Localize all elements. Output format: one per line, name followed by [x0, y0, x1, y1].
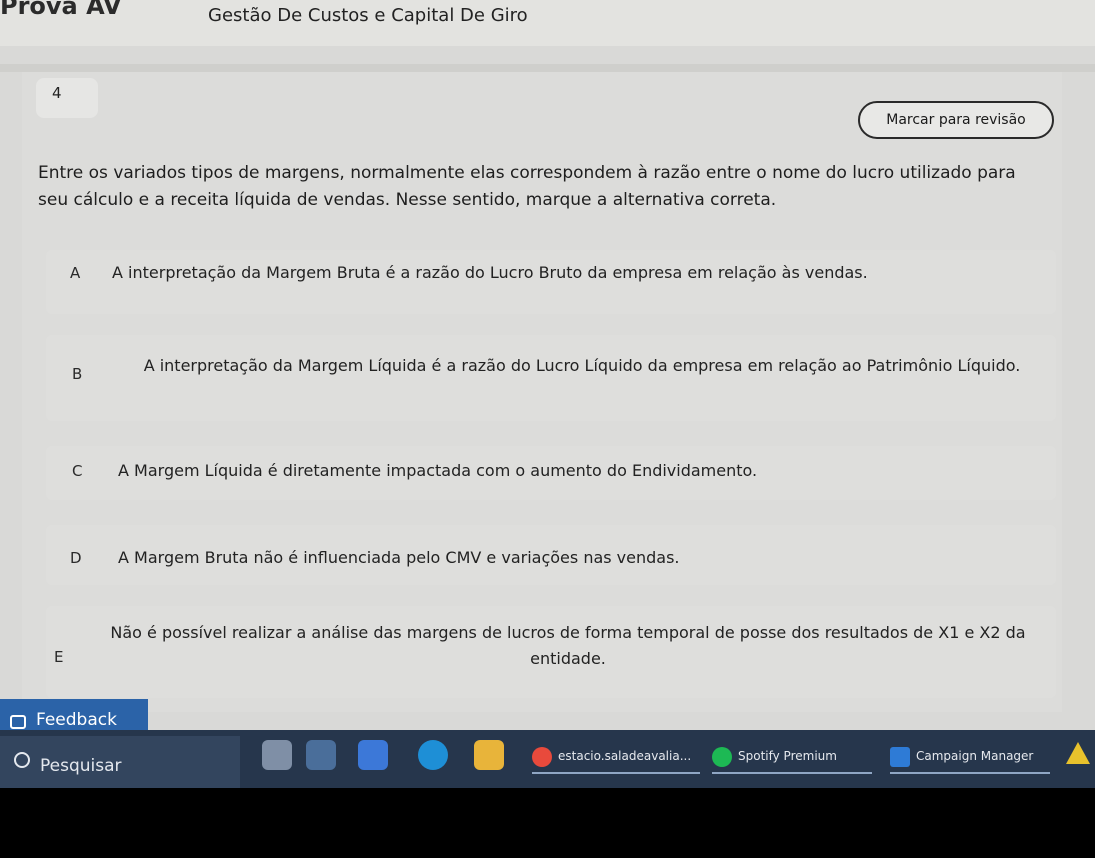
- option-text: A Margem Líquida é diretamente impactada…: [118, 461, 758, 480]
- taskbar-search[interactable]: Pesquisar: [0, 736, 240, 788]
- taskbar-app-spotify[interactable]: Spotify Premium: [712, 738, 872, 774]
- option-b[interactable]: B A interpretação da Margem Líquida é a …: [46, 335, 1056, 421]
- taskbar-app-label: Campaign Manager: [916, 749, 1034, 763]
- option-letter: A: [70, 264, 81, 282]
- spotify-icon: [712, 747, 732, 767]
- search-icon: [14, 752, 30, 768]
- active-indicator: [532, 772, 700, 774]
- option-letter: D: [70, 549, 82, 567]
- option-text: A interpretação da Margem Líquida é a ra…: [143, 356, 1021, 375]
- exam-page: Prova AV Gestão De Custos e Capital De G…: [0, 0, 1095, 730]
- option-d[interactable]: D A Margem Bruta não é influenciada pelo…: [46, 525, 1056, 585]
- option-letter: C: [72, 462, 83, 480]
- question-text: Entre os variados tipos de margens, norm…: [38, 163, 1016, 210]
- active-indicator: [712, 772, 872, 774]
- mark-for-review-button[interactable]: Marcar para revisão: [858, 101, 1054, 139]
- search-label: Pesquisar: [40, 756, 122, 776]
- question-number: 4: [36, 78, 98, 118]
- taskbar-app-campaign-manager[interactable]: Campaign Manager: [890, 738, 1050, 774]
- widgets-icon[interactable]: [262, 740, 292, 770]
- option-text: A Margem Bruta não é influenciada pelo C…: [118, 548, 680, 567]
- teams-icon[interactable]: [358, 740, 388, 770]
- app-title: Prova AV: [0, 0, 122, 20]
- active-indicator: [890, 772, 1050, 774]
- course-title: Gestão De Custos e Capital De Giro: [208, 5, 528, 26]
- divider: [0, 64, 1095, 72]
- screen-bezel: [0, 788, 1095, 858]
- campaign-manager-icon: [890, 747, 910, 767]
- option-text: Não é possível realizar a análise das ma…: [110, 623, 1026, 668]
- taskbar: Pesquisar estacio.saladeavalia... Spotif…: [0, 730, 1095, 788]
- option-letter: E: [54, 648, 64, 666]
- warning-icon[interactable]: [1066, 742, 1090, 764]
- feedback-icon: [10, 715, 26, 729]
- taskbar-app-label: Spotify Premium: [738, 749, 837, 763]
- file-explorer-icon[interactable]: [474, 740, 504, 770]
- taskbar-app-opera[interactable]: estacio.saladeavalia...: [532, 738, 700, 774]
- option-e[interactable]: E Não é possível realizar a análise das …: [46, 606, 1056, 698]
- option-letter: B: [72, 365, 83, 383]
- edge-icon[interactable]: [418, 740, 448, 770]
- top-bar: Prova AV Gestão De Custos e Capital De G…: [0, 0, 1095, 46]
- taskbar-app-label: estacio.saladeavalia...: [558, 749, 692, 763]
- task-view-icon[interactable]: [306, 740, 336, 770]
- opera-icon: [532, 747, 552, 767]
- option-c[interactable]: C A Margem Líquida é diretamente impacta…: [46, 446, 1056, 500]
- feedback-label: Feedback: [36, 710, 117, 730]
- option-text: A interpretação da Margem Bruta é a razã…: [112, 263, 868, 282]
- option-a[interactable]: A A interpretação da Margem Bruta é a ra…: [46, 250, 1056, 314]
